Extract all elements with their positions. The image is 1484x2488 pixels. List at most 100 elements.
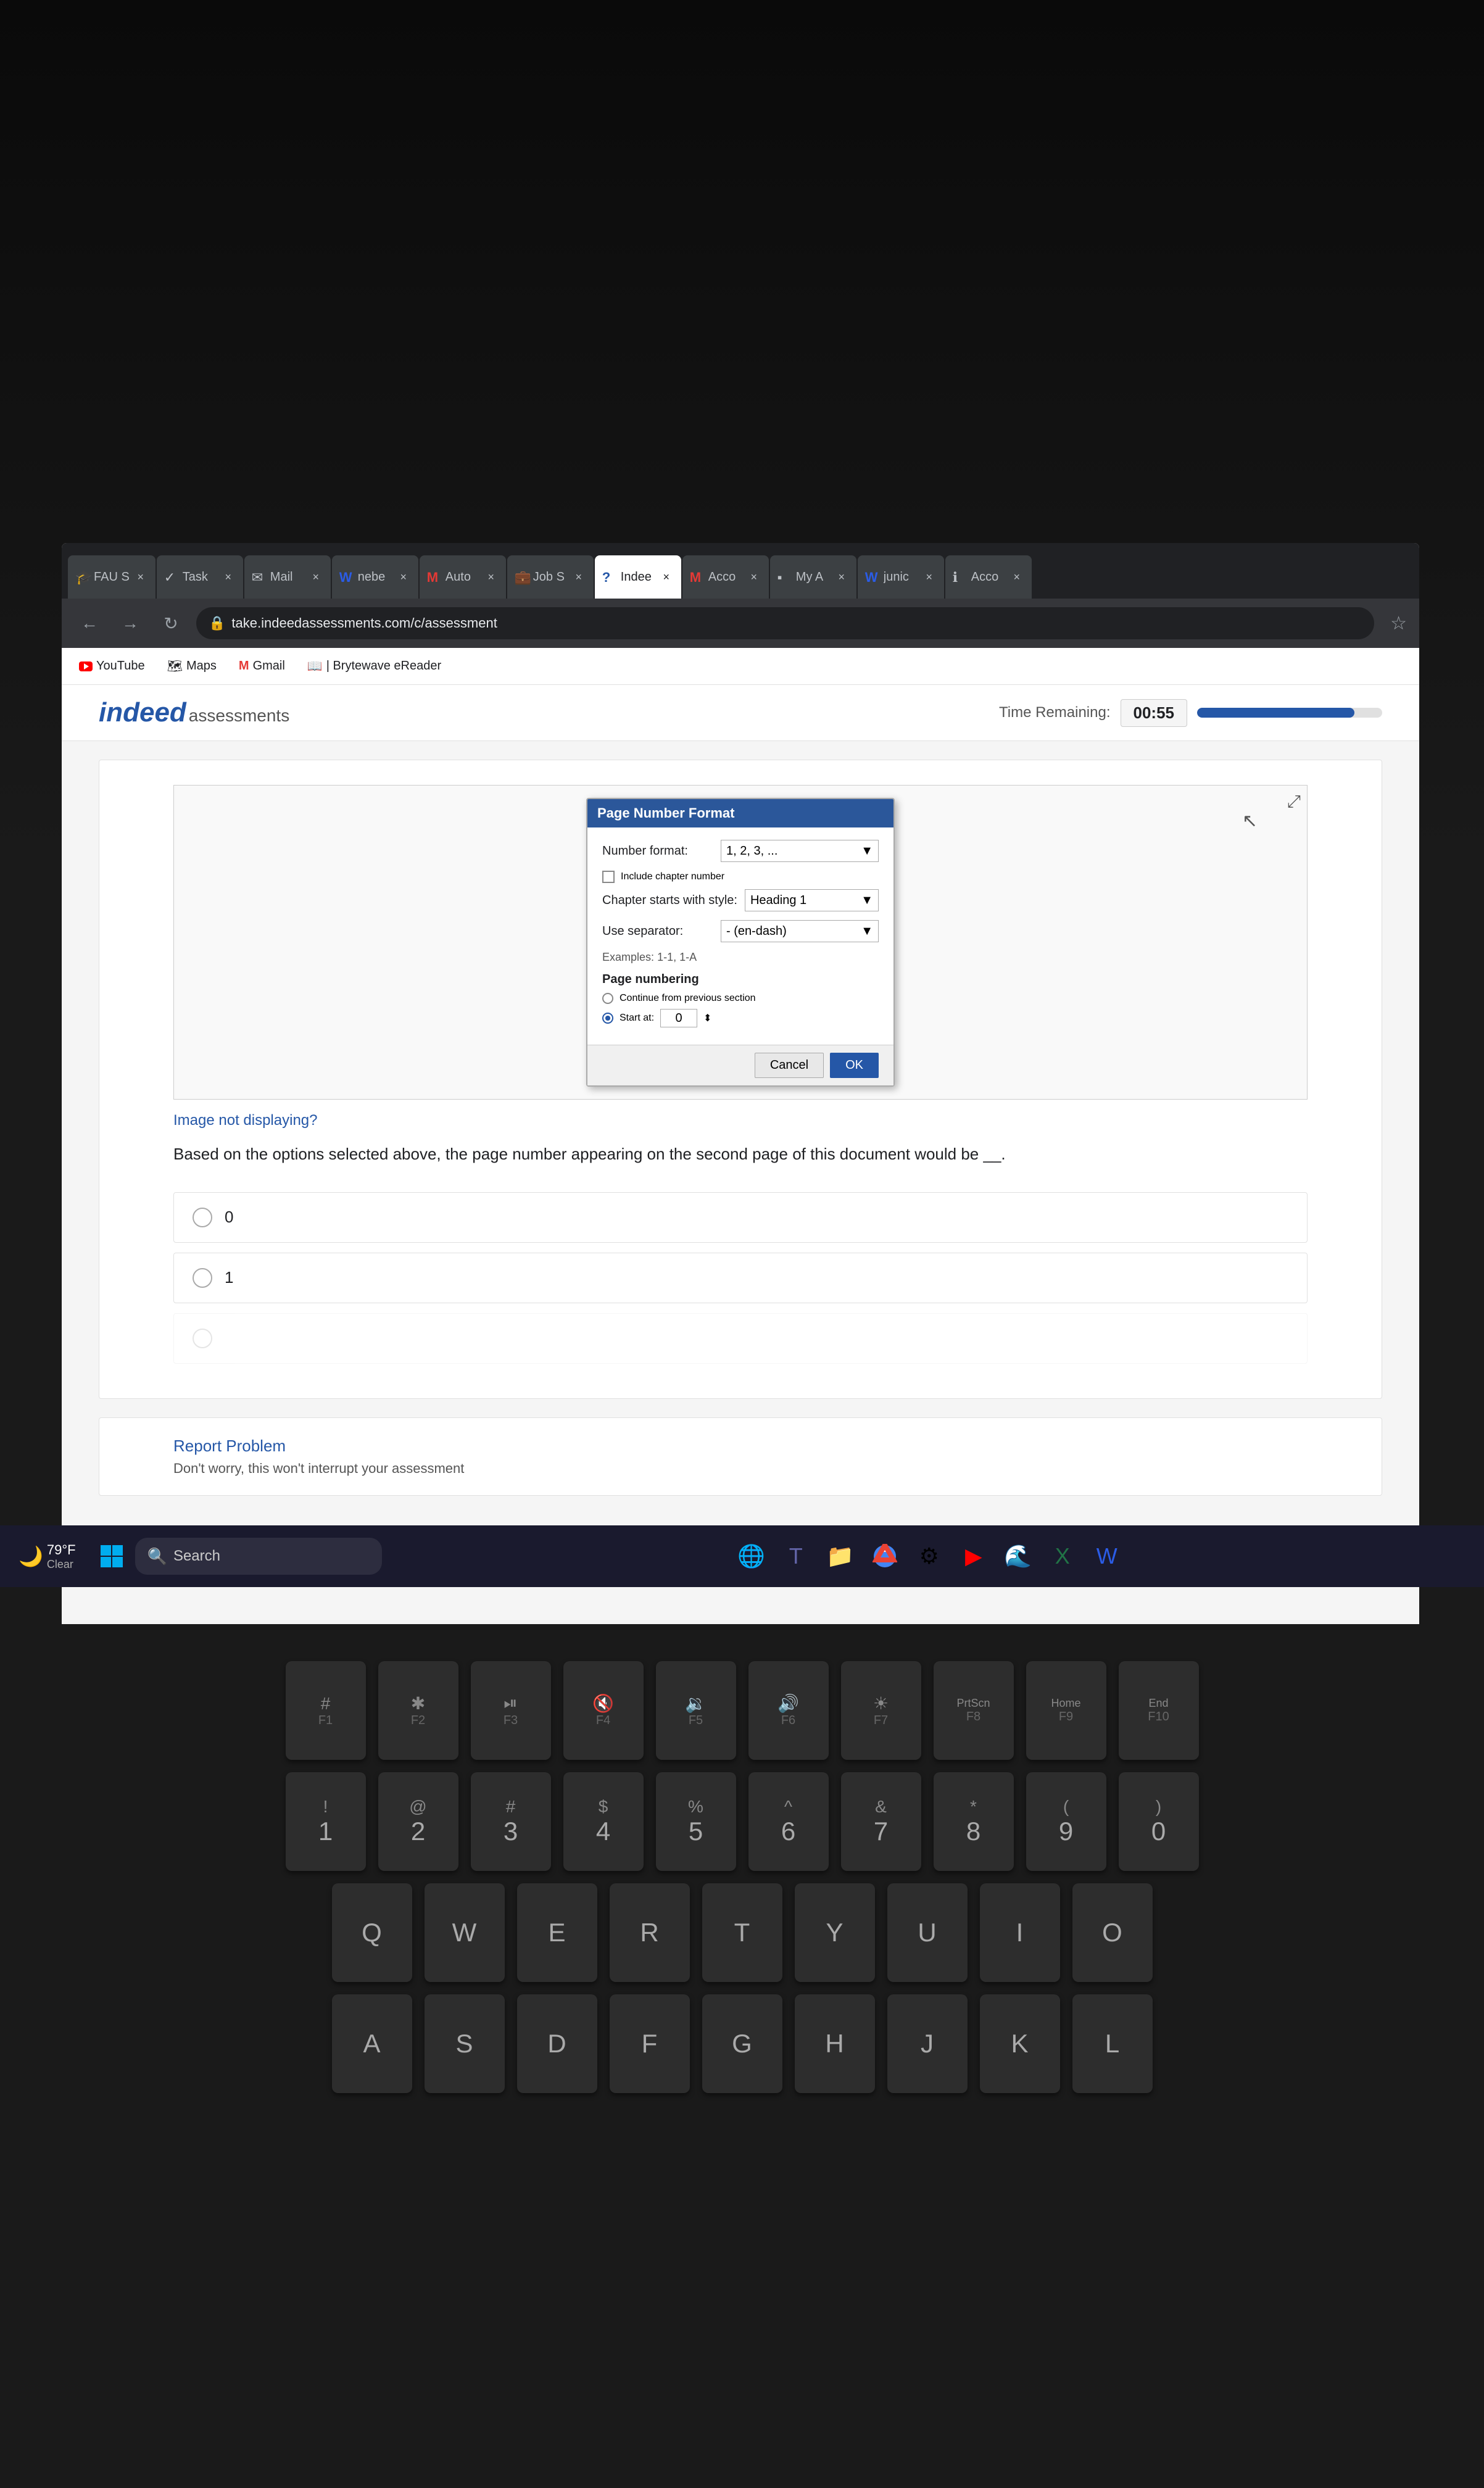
key-g[interactable]: G (702, 1994, 782, 2093)
search-bar[interactable]: 🔍 Search (135, 1538, 382, 1575)
answer-radio-2[interactable] (193, 1329, 212, 1348)
key-6[interactable]: ^ 6 (748, 1772, 829, 1871)
key-u[interactable]: U (887, 1883, 968, 1982)
tab-mail-close[interactable]: × (309, 570, 323, 584)
key-f10[interactable]: End F10 (1119, 1661, 1199, 1760)
tab-indeed-close[interactable]: × (659, 570, 674, 584)
key-5[interactable]: % 5 (656, 1772, 736, 1871)
key-f7[interactable]: ☀ F7 (841, 1661, 921, 1760)
separator-select[interactable]: - (en-dash) ▼ (721, 920, 879, 942)
key-a[interactable]: A (332, 1994, 412, 2093)
continue-radio[interactable] (602, 993, 613, 1004)
key-2[interactable]: @ 2 (378, 1772, 458, 1871)
start-at-input[interactable] (660, 1009, 697, 1027)
key-3[interactable]: # 3 (471, 1772, 551, 1871)
key-k[interactable]: K (980, 1994, 1060, 2093)
tab-task-close[interactable]: × (221, 570, 236, 584)
tab-task[interactable]: ✓ Task × (157, 555, 243, 599)
tab-indeed[interactable]: ? Indee × (595, 555, 681, 599)
tab-acco2[interactable]: ℹ Acco × (945, 555, 1032, 599)
key-y[interactable]: Y (795, 1883, 875, 1982)
key-f5[interactable]: 🔉 F5 (656, 1661, 736, 1760)
taskbar-app-teams[interactable]: T (777, 1538, 815, 1575)
tab-auto[interactable]: M Auto × (420, 555, 506, 599)
key-f9[interactable]: Home F9 (1026, 1661, 1106, 1760)
address-bar[interactable]: 🔒 take.indeedassessments.com/c/assessmen… (196, 607, 1374, 639)
taskbar-app-word[interactable]: W (1088, 1538, 1125, 1575)
tab-nebe-close[interactable]: × (396, 570, 411, 584)
cancel-button[interactable]: Cancel (755, 1053, 824, 1078)
start-button[interactable] (93, 1538, 130, 1575)
key-w[interactable]: W (425, 1883, 505, 1982)
tab-mya-close[interactable]: × (834, 570, 849, 584)
key-o[interactable]: O (1072, 1883, 1153, 1982)
expand-icon[interactable]: ⤢ (1287, 792, 1301, 812)
key-f1[interactable]: # F1 (286, 1661, 366, 1760)
bookmark-youtube[interactable]: YouTube (74, 657, 150, 676)
reload-button[interactable]: ↻ (155, 608, 186, 639)
key-0[interactable]: ) 0 (1119, 1772, 1199, 1871)
tab-acco1-close[interactable]: × (747, 570, 761, 584)
tab-jobs-close[interactable]: × (571, 570, 586, 584)
key-f4[interactable]: 🔇 F4 (563, 1661, 644, 1760)
key-f8[interactable]: PrtScn F8 (934, 1661, 1014, 1760)
key-7[interactable]: & 7 (841, 1772, 921, 1871)
key-f1-label: F1 (318, 1714, 333, 1728)
key-s[interactable]: S (425, 1994, 505, 2093)
taskbar-app-edge2[interactable]: 🌊 (1000, 1538, 1037, 1575)
tab-acco1[interactable]: M Acco × (682, 555, 769, 599)
taskbar-app-edge[interactable]: 🌐 (733, 1538, 770, 1575)
forward-button[interactable]: → (115, 608, 146, 639)
key-f[interactable]: F (610, 1994, 690, 2093)
tab-nebe[interactable]: W nebe × (332, 555, 418, 599)
answer-radio-1[interactable] (193, 1268, 212, 1288)
bookmark-brytewave[interactable]: 📖 | Brytewave eReader (302, 656, 446, 676)
ok-button[interactable]: OK (830, 1053, 879, 1078)
key-t[interactable]: T (702, 1883, 782, 1982)
taskbar-app-settings[interactable]: ⚙ (911, 1538, 948, 1575)
key-4[interactable]: $ 4 (563, 1772, 644, 1871)
key-l[interactable]: L (1072, 1994, 1153, 2093)
report-problem-link[interactable]: Report Problem (173, 1437, 1308, 1456)
back-button[interactable]: ← (74, 608, 105, 639)
answer-option-2[interactable] (173, 1313, 1308, 1364)
tab-acco2-close[interactable]: × (1009, 570, 1024, 584)
tab-auto-close[interactable]: × (484, 570, 499, 584)
answer-option-0[interactable]: 0 (173, 1192, 1308, 1243)
taskbar-app-explorer[interactable]: 📁 (822, 1538, 859, 1575)
bookmark-star-button[interactable]: ☆ (1390, 613, 1407, 634)
key-i[interactable]: I (980, 1883, 1060, 1982)
answer-option-1[interactable]: 1 (173, 1253, 1308, 1303)
key-1[interactable]: ! 1 (286, 1772, 366, 1871)
bookmark-maps[interactable]: 🗺 Maps (162, 656, 222, 676)
taskbar-app-excel[interactable]: X (1044, 1538, 1081, 1575)
tab-fau-close[interactable]: × (133, 570, 148, 584)
bookmark-gmail[interactable]: M Gmail (234, 657, 290, 676)
key-h[interactable]: H (795, 1994, 875, 2093)
key-r[interactable]: R (610, 1883, 690, 1982)
start-at-radio[interactable] (602, 1013, 613, 1024)
key-d[interactable]: D (517, 1994, 597, 2093)
key-8[interactable]: * 8 (934, 1772, 1014, 1871)
key-e[interactable]: E (517, 1883, 597, 1982)
taskbar-app-chrome[interactable] (866, 1538, 903, 1575)
tab-junic[interactable]: W junic × (858, 555, 944, 599)
answer-radio-0[interactable] (193, 1208, 212, 1227)
tab-nebe-favicon: W (339, 570, 354, 584)
tab-mail[interactable]: ✉ Mail × (244, 555, 331, 599)
chapter-style-select[interactable]: Heading 1 ▼ (745, 889, 879, 911)
key-f2[interactable]: ✱ F2 (378, 1661, 458, 1760)
tab-junic-close[interactable]: × (922, 570, 937, 584)
key-f6[interactable]: 🔊 F6 (748, 1661, 829, 1760)
key-q[interactable]: Q (332, 1883, 412, 1982)
image-not-displaying-link[interactable]: Image not displaying? (173, 1112, 1308, 1129)
key-f3[interactable]: ⏯ F3 (471, 1661, 551, 1760)
include-chapter-checkbox[interactable] (602, 871, 615, 883)
tab-jobs[interactable]: 💼 Job S × (507, 555, 594, 599)
tab-mya[interactable]: ▪ My A × (770, 555, 856, 599)
key-9[interactable]: ( 9 (1026, 1772, 1106, 1871)
key-j[interactable]: J (887, 1994, 968, 2093)
taskbar-app-youtube[interactable]: ▶ (955, 1538, 992, 1575)
number-format-select[interactable]: 1, 2, 3, ... ▼ (721, 840, 879, 862)
tab-fau[interactable]: 🎓 FAU S × (68, 555, 155, 599)
